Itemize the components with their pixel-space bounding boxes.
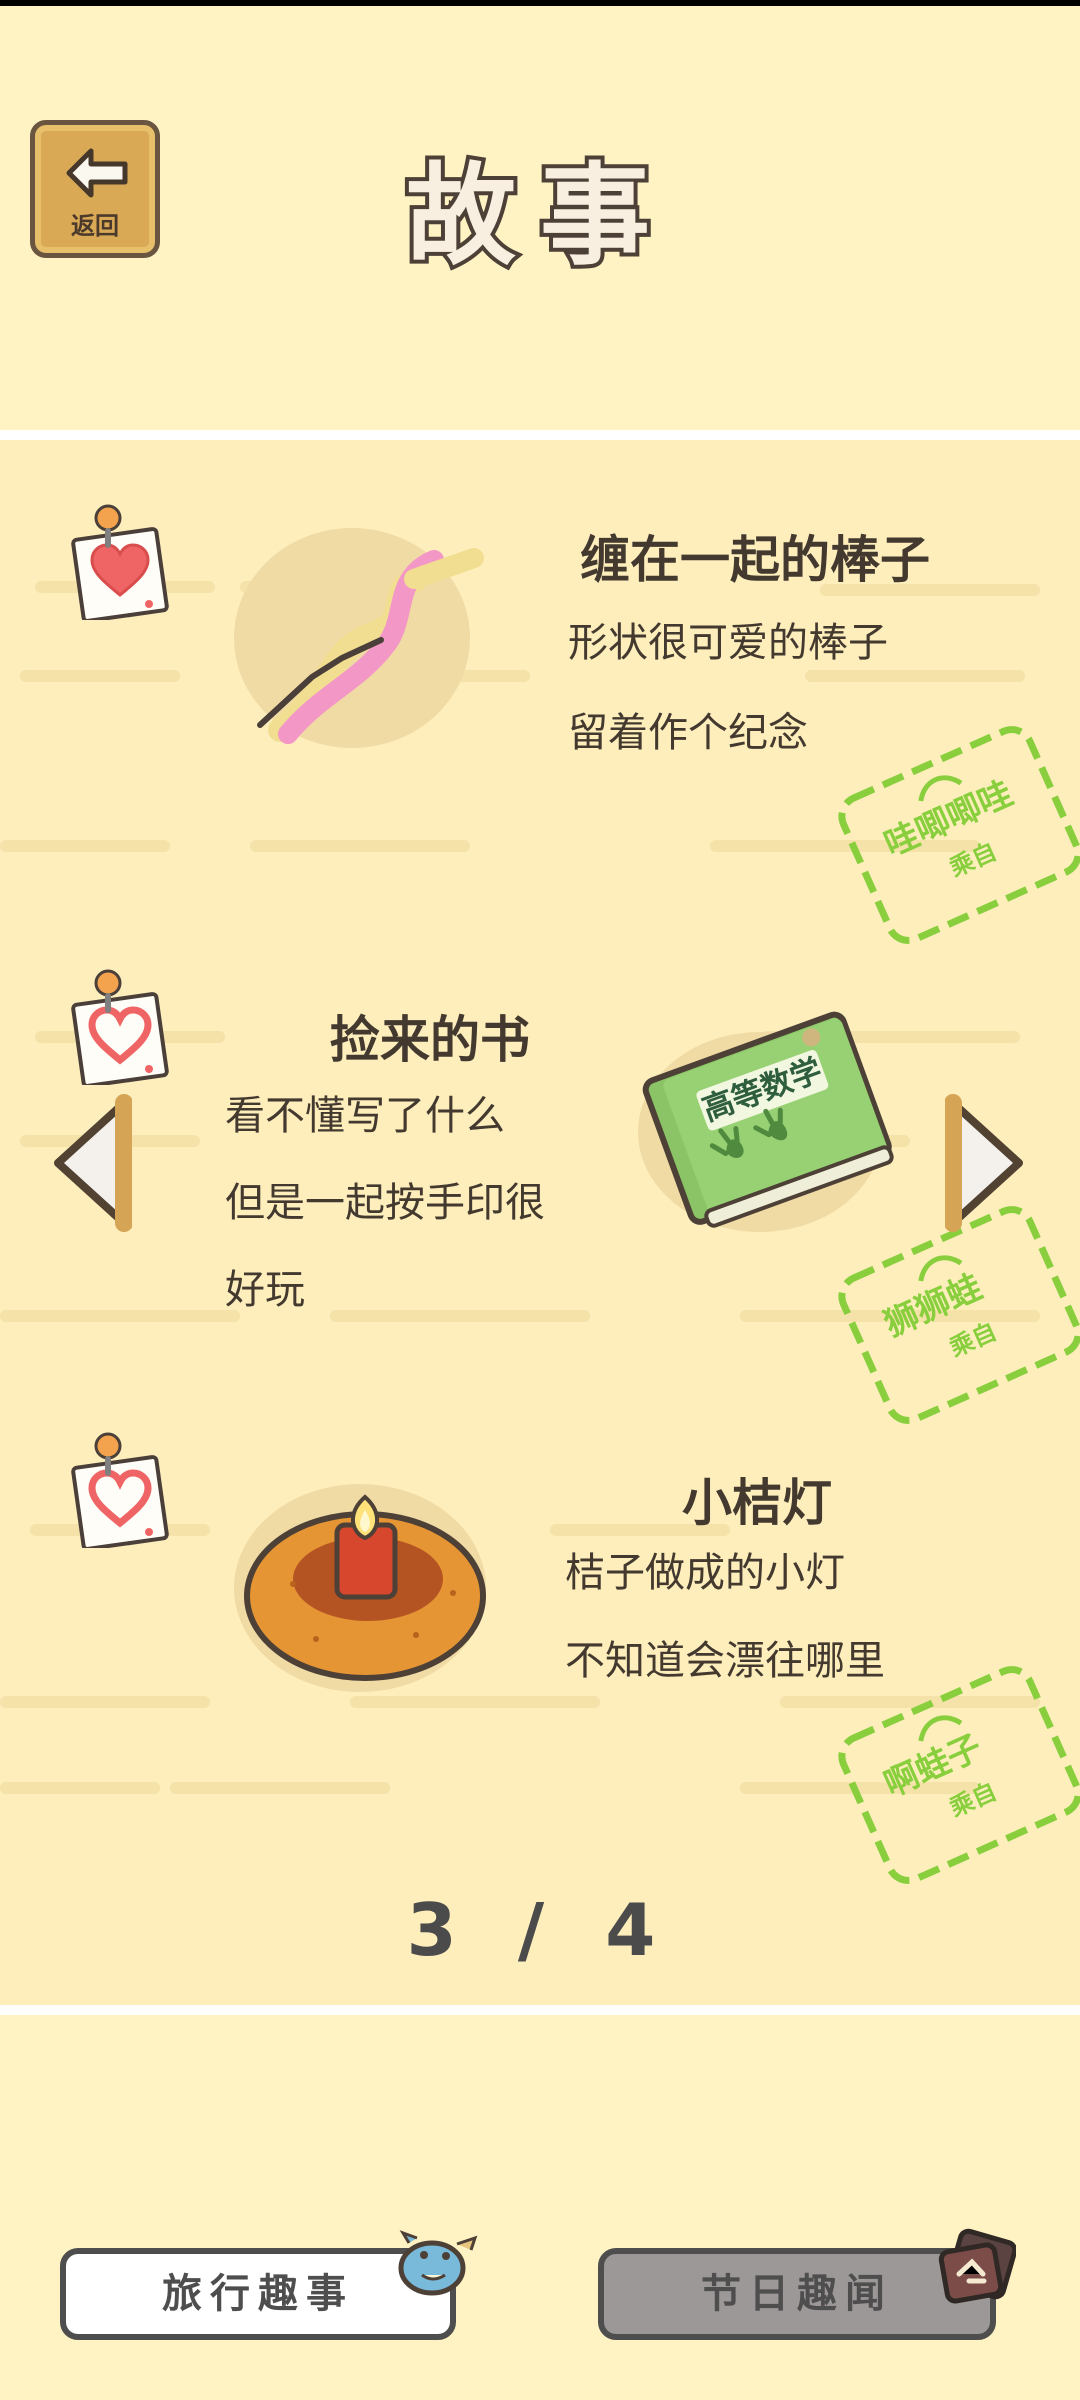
- page-title: 故事: [402, 148, 674, 284]
- page-indicator: 3 / 4: [0, 1888, 1080, 1972]
- story-line: 形状很可爱的棒子: [568, 620, 888, 666]
- story-line: 好玩: [225, 1267, 305, 1313]
- story-card: 捡来的书 看不懂写了什么 但是一起按手印很 好玩 高等数学 狮狮蛙 乘自: [0, 965, 1080, 1424]
- previous-page-button[interactable]: [42, 1093, 132, 1233]
- current-page: 3: [406, 1888, 475, 1972]
- story-line: 看不懂写了什么: [225, 1093, 505, 1139]
- heart-note-icon: [71, 969, 169, 1085]
- sender-stamp: 啊蛙子 乘自: [825, 1653, 1080, 1898]
- back-button[interactable]: 返回: [30, 120, 160, 258]
- orange-lamp-image: [215, 1463, 505, 1703]
- story-line: 桔子做成的小灯: [565, 1550, 845, 1596]
- twisted-sticks-image: [220, 520, 510, 760]
- heart-note-icon: [71, 1432, 169, 1548]
- story-title: 缠在一起的棒子: [580, 531, 930, 589]
- sender-stamp: 哇唧唧哇 乘自: [825, 713, 1080, 958]
- story-title: 捡来的书: [330, 1011, 530, 1069]
- story-line: 不知道会漂往哪里: [565, 1638, 885, 1684]
- bird-icon: [398, 2230, 478, 2296]
- story-line: 但是一起按手印很: [225, 1180, 545, 1226]
- story-card: 小桔灯 桔子做成的小灯 不知道会漂往哪里 啊蛙子 乘自: [0, 1428, 1080, 1884]
- next-page-button[interactable]: [945, 1093, 1035, 1233]
- story-card: 缠在一起的棒子 形状很可爱的棒子 留着作个纪念 哇唧唧哇 乘自: [0, 500, 1080, 944]
- left-arrow-icon: [66, 148, 128, 198]
- total-pages: 4: [605, 1888, 674, 1972]
- holiday-stamp-icon: [938, 2228, 1016, 2304]
- back-label: 返回: [71, 212, 119, 240]
- status-strip: [0, 0, 1080, 6]
- story-title: 小桔灯: [682, 1474, 832, 1532]
- heart-note-icon: [71, 504, 169, 620]
- story-panel: 缠在一起的棒子 形状很可爱的棒子 留着作个纪念 哇唧唧哇 乘自 捡来的书 看不懂…: [0, 430, 1080, 2015]
- page-separator: /: [517, 1888, 563, 1972]
- story-line: 留着作个纪念: [568, 710, 808, 756]
- math-book-image: 高等数学: [620, 1000, 910, 1240]
